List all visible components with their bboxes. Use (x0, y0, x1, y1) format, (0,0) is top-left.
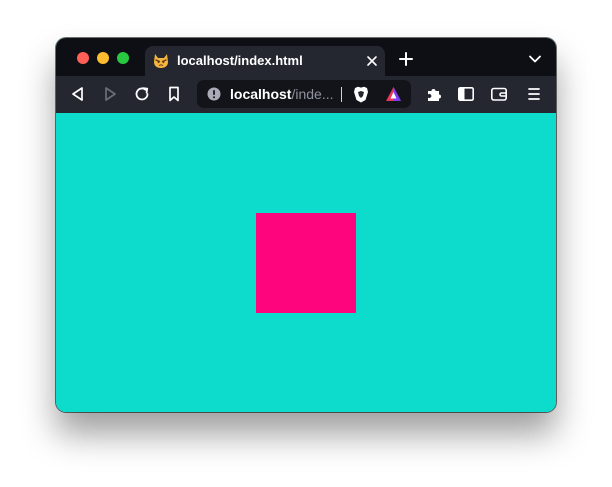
brave-shield-icon[interactable] (353, 86, 369, 103)
url-text[interactable]: localhost/inde... (230, 86, 338, 102)
hamburger-menu-icon[interactable] (525, 85, 543, 103)
puzzle-icon[interactable] (425, 85, 443, 103)
wallet-icon[interactable] (490, 85, 508, 103)
info-icon[interactable] (207, 87, 221, 101)
bookmark-icon[interactable] (165, 85, 183, 103)
reload-icon[interactable] (133, 85, 151, 103)
window-minimize-button[interactable] (97, 52, 109, 64)
pink-square (256, 213, 356, 313)
window-maximize-button[interactable] (117, 52, 129, 64)
toolbar: localhost/inde... (56, 76, 556, 113)
browser-window: localhost/index.html localhost/inde... (56, 38, 556, 412)
tab-active[interactable]: localhost/index.html (145, 46, 385, 76)
address-bar[interactable]: localhost/inde... (197, 80, 411, 108)
tab-title: localhost/index.html (177, 53, 303, 68)
back-arrow-icon[interactable] (69, 85, 87, 103)
plus-icon[interactable] (399, 52, 413, 66)
sidebar-icon[interactable] (457, 85, 475, 103)
url-separator (341, 87, 342, 102)
close-icon[interactable] (365, 54, 379, 68)
url-host: localhost (230, 86, 292, 102)
forward-arrow-icon[interactable] (101, 85, 119, 103)
cat-face-icon (154, 54, 168, 68)
chevron-down-icon[interactable] (529, 55, 541, 63)
tab-bar: localhost/index.html (56, 38, 556, 76)
brave-rewards-icon[interactable] (385, 86, 402, 102)
page-viewport (56, 113, 556, 412)
window-close-button[interactable] (77, 52, 89, 64)
url-path: /inde... (291, 86, 334, 102)
